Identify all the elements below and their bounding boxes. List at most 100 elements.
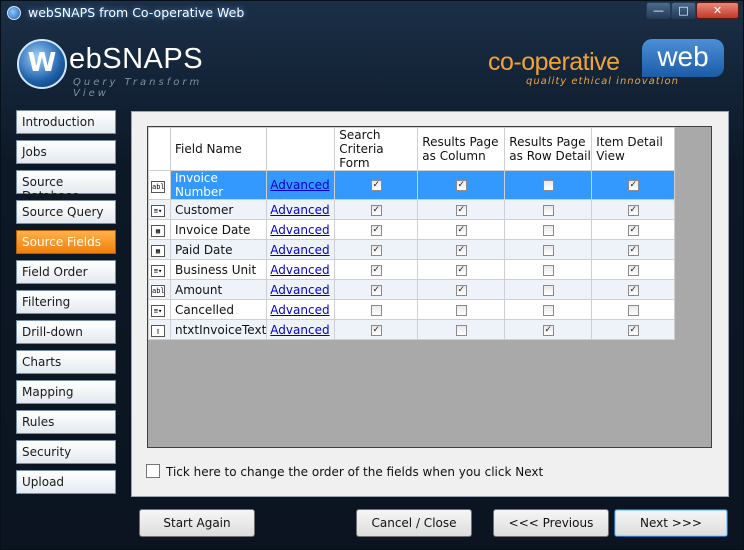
nav-item-rules[interactable]: Rules [16, 410, 116, 434]
search-criteria-checkbox[interactable]: ✓ [370, 324, 382, 336]
fields-grid[interactable]: Field Name Search Criteria Form Results P… [147, 126, 712, 448]
table-row[interactable]: ▦ Invoice Date Advanced ✓ ✓ ✓ [148, 219, 676, 240]
table-row[interactable]: ▯ ntxtInvoiceText Advanced ✓ ✓ ✓ [148, 319, 676, 340]
item-detail-cell[interactable]: ✓ [591, 279, 676, 300]
next-button[interactable]: Next >>> [614, 509, 728, 537]
results-column-checkbox[interactable]: ✓ [455, 180, 467, 191]
item-detail-cell[interactable]: ✓ [591, 170, 676, 200]
nav-item-mapping[interactable]: Mapping [16, 380, 116, 404]
search-criteria-cell[interactable] [334, 299, 419, 320]
item-detail-checkbox[interactable]: ✓ [627, 244, 639, 256]
table-row[interactable]: ≡▾ Cancelled Advanced [148, 299, 676, 320]
item-detail-checkbox[interactable]: ✓ [627, 224, 639, 236]
results-column-checkbox[interactable]: ✓ [455, 204, 467, 216]
results-column-cell[interactable]: ✓ [417, 170, 506, 200]
results-column-checkbox[interactable] [455, 304, 467, 316]
search-criteria-cell[interactable]: ✓ [334, 319, 419, 340]
results-row-detail-cell[interactable] [504, 239, 593, 260]
field-name-cell[interactable]: Amount [169, 279, 268, 300]
minimize-button[interactable]: — [646, 2, 671, 19]
nav-item-upload[interactable]: Upload [16, 470, 116, 494]
field-name-cell[interactable]: Cancelled [169, 299, 268, 320]
search-criteria-cell[interactable]: ✓ [334, 239, 419, 260]
results-row-detail-cell[interactable]: ✓ [504, 319, 593, 340]
results-row-detail-checkbox[interactable] [542, 304, 554, 316]
field-name-cell[interactable]: Invoice Number [169, 170, 268, 200]
results-column-cell[interactable]: ✓ [417, 279, 506, 300]
table-row[interactable]: ▦ Paid Date Advanced ✓ ✓ ✓ [148, 239, 676, 260]
header-results-row[interactable]: Results Page as Row Detail [504, 127, 593, 171]
results-row-detail-cell[interactable] [504, 299, 593, 320]
advanced-link[interactable]: Advanced [270, 323, 329, 337]
field-name-cell[interactable]: Customer [169, 199, 268, 220]
results-column-cell[interactable]: ✓ [417, 259, 506, 280]
search-criteria-cell[interactable]: ✓ [334, 259, 419, 280]
results-column-cell[interactable]: ✓ [417, 199, 506, 220]
advanced-link[interactable]: Advanced [270, 303, 329, 317]
item-detail-cell[interactable] [591, 299, 676, 320]
results-column-cell[interactable] [417, 319, 506, 340]
search-criteria-checkbox[interactable]: ✓ [370, 284, 382, 296]
results-column-checkbox[interactable]: ✓ [455, 284, 467, 296]
nav-item-source-database[interactable]: Source Database [16, 170, 116, 203]
previous-button[interactable]: <<< Previous [493, 509, 609, 537]
item-detail-cell[interactable]: ✓ [591, 199, 676, 220]
nav-item-filtering[interactable]: Filtering [16, 290, 116, 314]
item-detail-checkbox[interactable]: ✓ [627, 264, 639, 276]
search-criteria-cell[interactable]: ✓ [334, 219, 419, 240]
nav-item-source-query[interactable]: Source Query [16, 200, 116, 224]
item-detail-cell[interactable]: ✓ [591, 219, 676, 240]
search-criteria-checkbox[interactable]: ✓ [370, 264, 382, 276]
nav-item-charts[interactable]: Charts [16, 350, 116, 374]
item-detail-checkbox[interactable]: ✓ [627, 180, 639, 191]
item-detail-cell[interactable]: ✓ [591, 239, 676, 260]
search-criteria-checkbox[interactable]: ✓ [370, 244, 382, 256]
field-name-cell[interactable]: Business Unit [169, 259, 268, 280]
nav-item-jobs[interactable]: Jobs [16, 140, 116, 164]
table-row[interactable]: ≡▾ Customer Advanced ✓ ✓ ✓ [148, 199, 676, 220]
nav-item-field-order[interactable]: Field Order [16, 260, 116, 284]
results-row-detail-checkbox[interactable] [542, 284, 554, 296]
field-name-cell[interactable]: Paid Date [169, 239, 268, 260]
results-row-detail-checkbox[interactable] [542, 180, 554, 191]
item-detail-checkbox[interactable]: ✓ [627, 324, 639, 336]
results-column-cell[interactable]: ✓ [417, 219, 506, 240]
change-order-checkbox[interactable] [146, 464, 160, 478]
close-button[interactable]: ✕ [696, 2, 739, 19]
cancel-close-button[interactable]: Cancel / Close [356, 509, 472, 537]
nav-item-introduction[interactable]: Introduction [16, 110, 116, 134]
advanced-link[interactable]: Advanced [270, 243, 329, 257]
table-row[interactable]: abl Amount Advanced ✓ ✓ ✓ [148, 279, 676, 300]
nav-item-source-fields[interactable]: Source Fields [16, 230, 116, 254]
field-name-cell[interactable]: ntxtInvoiceText [169, 319, 268, 340]
advanced-link[interactable]: Advanced [270, 263, 329, 277]
search-criteria-checkbox[interactable]: ✓ [370, 180, 382, 191]
results-column-cell[interactable] [417, 299, 506, 320]
search-criteria-checkbox[interactable]: ✓ [370, 204, 382, 216]
field-name-cell[interactable]: Invoice Date [169, 219, 268, 240]
results-row-detail-cell[interactable] [504, 279, 593, 300]
item-detail-checkbox[interactable]: ✓ [627, 284, 639, 296]
search-criteria-cell[interactable]: ✓ [334, 279, 419, 300]
header-search-criteria[interactable]: Search Criteria Form [334, 127, 419, 171]
table-row[interactable]: ≡▾ Business Unit Advanced ✓ ✓ ✓ [148, 259, 676, 280]
start-again-button[interactable]: Start Again [139, 509, 255, 537]
results-row-detail-checkbox[interactable] [542, 204, 554, 216]
search-criteria-checkbox[interactable]: ✓ [370, 224, 382, 236]
results-row-detail-checkbox[interactable]: ✓ [542, 324, 554, 336]
header-field-name[interactable]: Field Name [169, 127, 268, 171]
item-detail-cell[interactable]: ✓ [591, 319, 676, 340]
results-column-checkbox[interactable]: ✓ [455, 224, 467, 236]
results-row-detail-checkbox[interactable] [542, 244, 554, 256]
search-criteria-checkbox[interactable] [370, 304, 382, 316]
results-row-detail-cell[interactable] [504, 219, 593, 240]
advanced-link[interactable]: Advanced [270, 203, 329, 217]
item-detail-checkbox[interactable]: ✓ [627, 204, 639, 216]
item-detail-checkbox[interactable] [627, 304, 639, 316]
results-column-checkbox[interactable]: ✓ [455, 264, 467, 276]
search-criteria-cell[interactable]: ✓ [334, 170, 419, 200]
results-row-detail-cell[interactable] [504, 170, 593, 200]
maximize-button[interactable]: □ [671, 2, 696, 19]
results-column-checkbox[interactable]: ✓ [455, 244, 467, 256]
advanced-link[interactable]: Advanced [270, 223, 329, 237]
